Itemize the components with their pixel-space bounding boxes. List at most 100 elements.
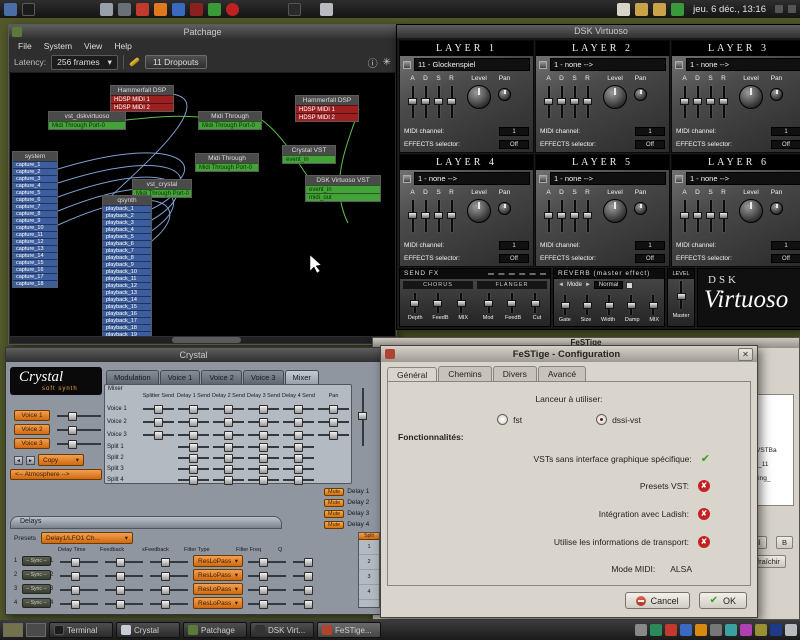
audio-port[interactable]: capture_4 (13, 182, 57, 189)
recorder-icon[interactable] (190, 3, 203, 16)
preset-select-button[interactable] (539, 61, 547, 69)
chorus-feedback-slider[interactable] (433, 291, 442, 315)
pan-slider[interactable] (318, 431, 349, 438)
system-icon[interactable] (208, 3, 221, 16)
messenger-icon[interactable] (740, 624, 752, 636)
audio-port[interactable]: playback_7 (103, 247, 151, 254)
update-icon[interactable] (695, 624, 707, 636)
audio-port[interactable]: capture_17 (13, 273, 57, 280)
patch-node[interactable]: Midi Through Midi Through Port-0 (195, 153, 259, 172)
mute-button[interactable]: Mute (324, 488, 344, 496)
xfeedback-slider[interactable] (150, 572, 188, 579)
release-slider[interactable] (719, 84, 728, 120)
app-menu-icon[interactable] (4, 3, 17, 16)
pan-knob[interactable] (634, 202, 647, 215)
mode-next-button[interactable]: ► (585, 282, 591, 288)
close-button[interactable]: ✕ (738, 348, 753, 361)
xfeedback-slider[interactable] (150, 600, 188, 607)
pan-slider[interactable] (318, 405, 349, 412)
preset-select-button[interactable] (675, 175, 683, 183)
release-slider[interactable] (583, 84, 592, 120)
voice-button[interactable]: Voice 1 (14, 410, 50, 421)
sustain-slider[interactable] (706, 198, 715, 234)
audio-port[interactable]: playback_10 (103, 268, 151, 275)
jack-icon[interactable] (665, 624, 677, 636)
delay-time-slider[interactable] (60, 558, 98, 565)
audio-port[interactable]: capture_15 (13, 259, 57, 266)
audio-port[interactable]: capture_5 (13, 189, 57, 196)
crystal-titlebar[interactable]: Crystal (6, 348, 381, 362)
split-row[interactable]: 1 (359, 540, 379, 555)
audio-port[interactable]: capture_13 (13, 245, 57, 252)
midi-port[interactable]: event_in (306, 185, 380, 193)
camera-icon[interactable] (172, 3, 185, 16)
mixer-slider[interactable] (248, 465, 279, 472)
mixer-slider[interactable] (178, 418, 209, 425)
pan-knob[interactable] (498, 88, 511, 101)
release-slider[interactable] (447, 84, 456, 120)
mixer-slider[interactable] (283, 465, 314, 472)
sync-button[interactable]: -- Sync -- (22, 556, 51, 566)
audio-port[interactable]: playback_19 (103, 331, 151, 336)
mixer-slider[interactable] (178, 465, 209, 472)
q-slider[interactable] (293, 572, 313, 579)
preset-display[interactable]: 1 - none --> (686, 58, 800, 71)
audio-port[interactable]: playback_17 (103, 317, 151, 324)
feedback-slider[interactable] (105, 586, 143, 593)
effects-display[interactable]: Off (771, 140, 800, 149)
patch-node[interactable]: Crystal VST event_in (282, 145, 336, 164)
power-icon[interactable] (226, 3, 239, 16)
audio-port[interactable]: playback_11 (103, 275, 151, 282)
level-knob[interactable] (603, 199, 627, 223)
midi-port[interactable]: HDSP MIDI 1 (296, 105, 358, 113)
feedback-slider[interactable] (105, 558, 143, 565)
tab-chemins[interactable]: Chemins (438, 366, 492, 381)
q-slider[interactable] (293, 600, 313, 607)
sustain-slider[interactable] (570, 84, 579, 120)
attack-slider[interactable] (408, 198, 417, 234)
effects-display[interactable]: Off (499, 254, 529, 263)
audio-port[interactable]: capture_10 (13, 224, 57, 231)
effects-display[interactable]: Off (635, 254, 665, 263)
decay-slider[interactable] (557, 198, 566, 234)
menu-item[interactable]: Help (109, 41, 136, 51)
mixer-slider[interactable] (213, 418, 244, 425)
audio-port[interactable]: capture_6 (13, 196, 57, 203)
filter-freq-slider[interactable] (248, 558, 286, 565)
filter-freq-slider[interactable] (248, 600, 286, 607)
prev-patch-button[interactable]: ◄ (14, 456, 23, 465)
audio-port[interactable]: playback_14 (103, 296, 151, 303)
burner-icon[interactable] (154, 3, 167, 16)
taskbar-button-festige[interactable]: FeSTige... (317, 622, 381, 638)
vst-list[interactable]: VSTBar_11ring_ (753, 394, 794, 506)
decay-slider[interactable] (557, 84, 566, 120)
canvas-scrollbar[interactable] (10, 337, 395, 343)
patch-node[interactable]: qsynth playback_1playback_2playback_3pla… (102, 195, 152, 336)
sync-button[interactable]: -- Sync -- (22, 584, 51, 594)
mixer-slider[interactable] (178, 443, 209, 450)
mixer-slider[interactable] (143, 405, 174, 412)
media-icon[interactable] (136, 3, 149, 16)
midi-channel-display[interactable]: 1 (635, 241, 665, 250)
audio-port[interactable]: playback_15 (103, 303, 151, 310)
midi-port[interactable]: HDSP MIDI 2 (296, 113, 358, 121)
tab-voice-1[interactable]: Voice 1 (160, 370, 201, 384)
release-slider[interactable] (447, 198, 456, 234)
scrollbar-thumb[interactable] (172, 337, 241, 343)
notes-icon[interactable] (755, 624, 767, 636)
mixer-slider[interactable] (213, 465, 244, 472)
reverb-on-checkbox[interactable] (626, 282, 633, 289)
midi-channel-display[interactable]: 1 (635, 127, 665, 136)
delay-time-slider[interactable] (60, 572, 98, 579)
audio-port[interactable]: playback_12 (103, 282, 151, 289)
dropouts-button[interactable]: 11 Dropouts (145, 55, 207, 69)
feedback-slider[interactable] (105, 600, 143, 607)
mixer-slider[interactable] (178, 405, 209, 412)
midi-port[interactable]: event_in (283, 155, 335, 163)
audio-port[interactable]: capture_14 (13, 252, 57, 259)
decay-slider[interactable] (421, 84, 430, 120)
mixer-icon[interactable] (710, 624, 722, 636)
level-knob[interactable] (739, 85, 763, 109)
mixer-slider[interactable] (248, 431, 279, 438)
pan-slider[interactable] (318, 418, 349, 425)
